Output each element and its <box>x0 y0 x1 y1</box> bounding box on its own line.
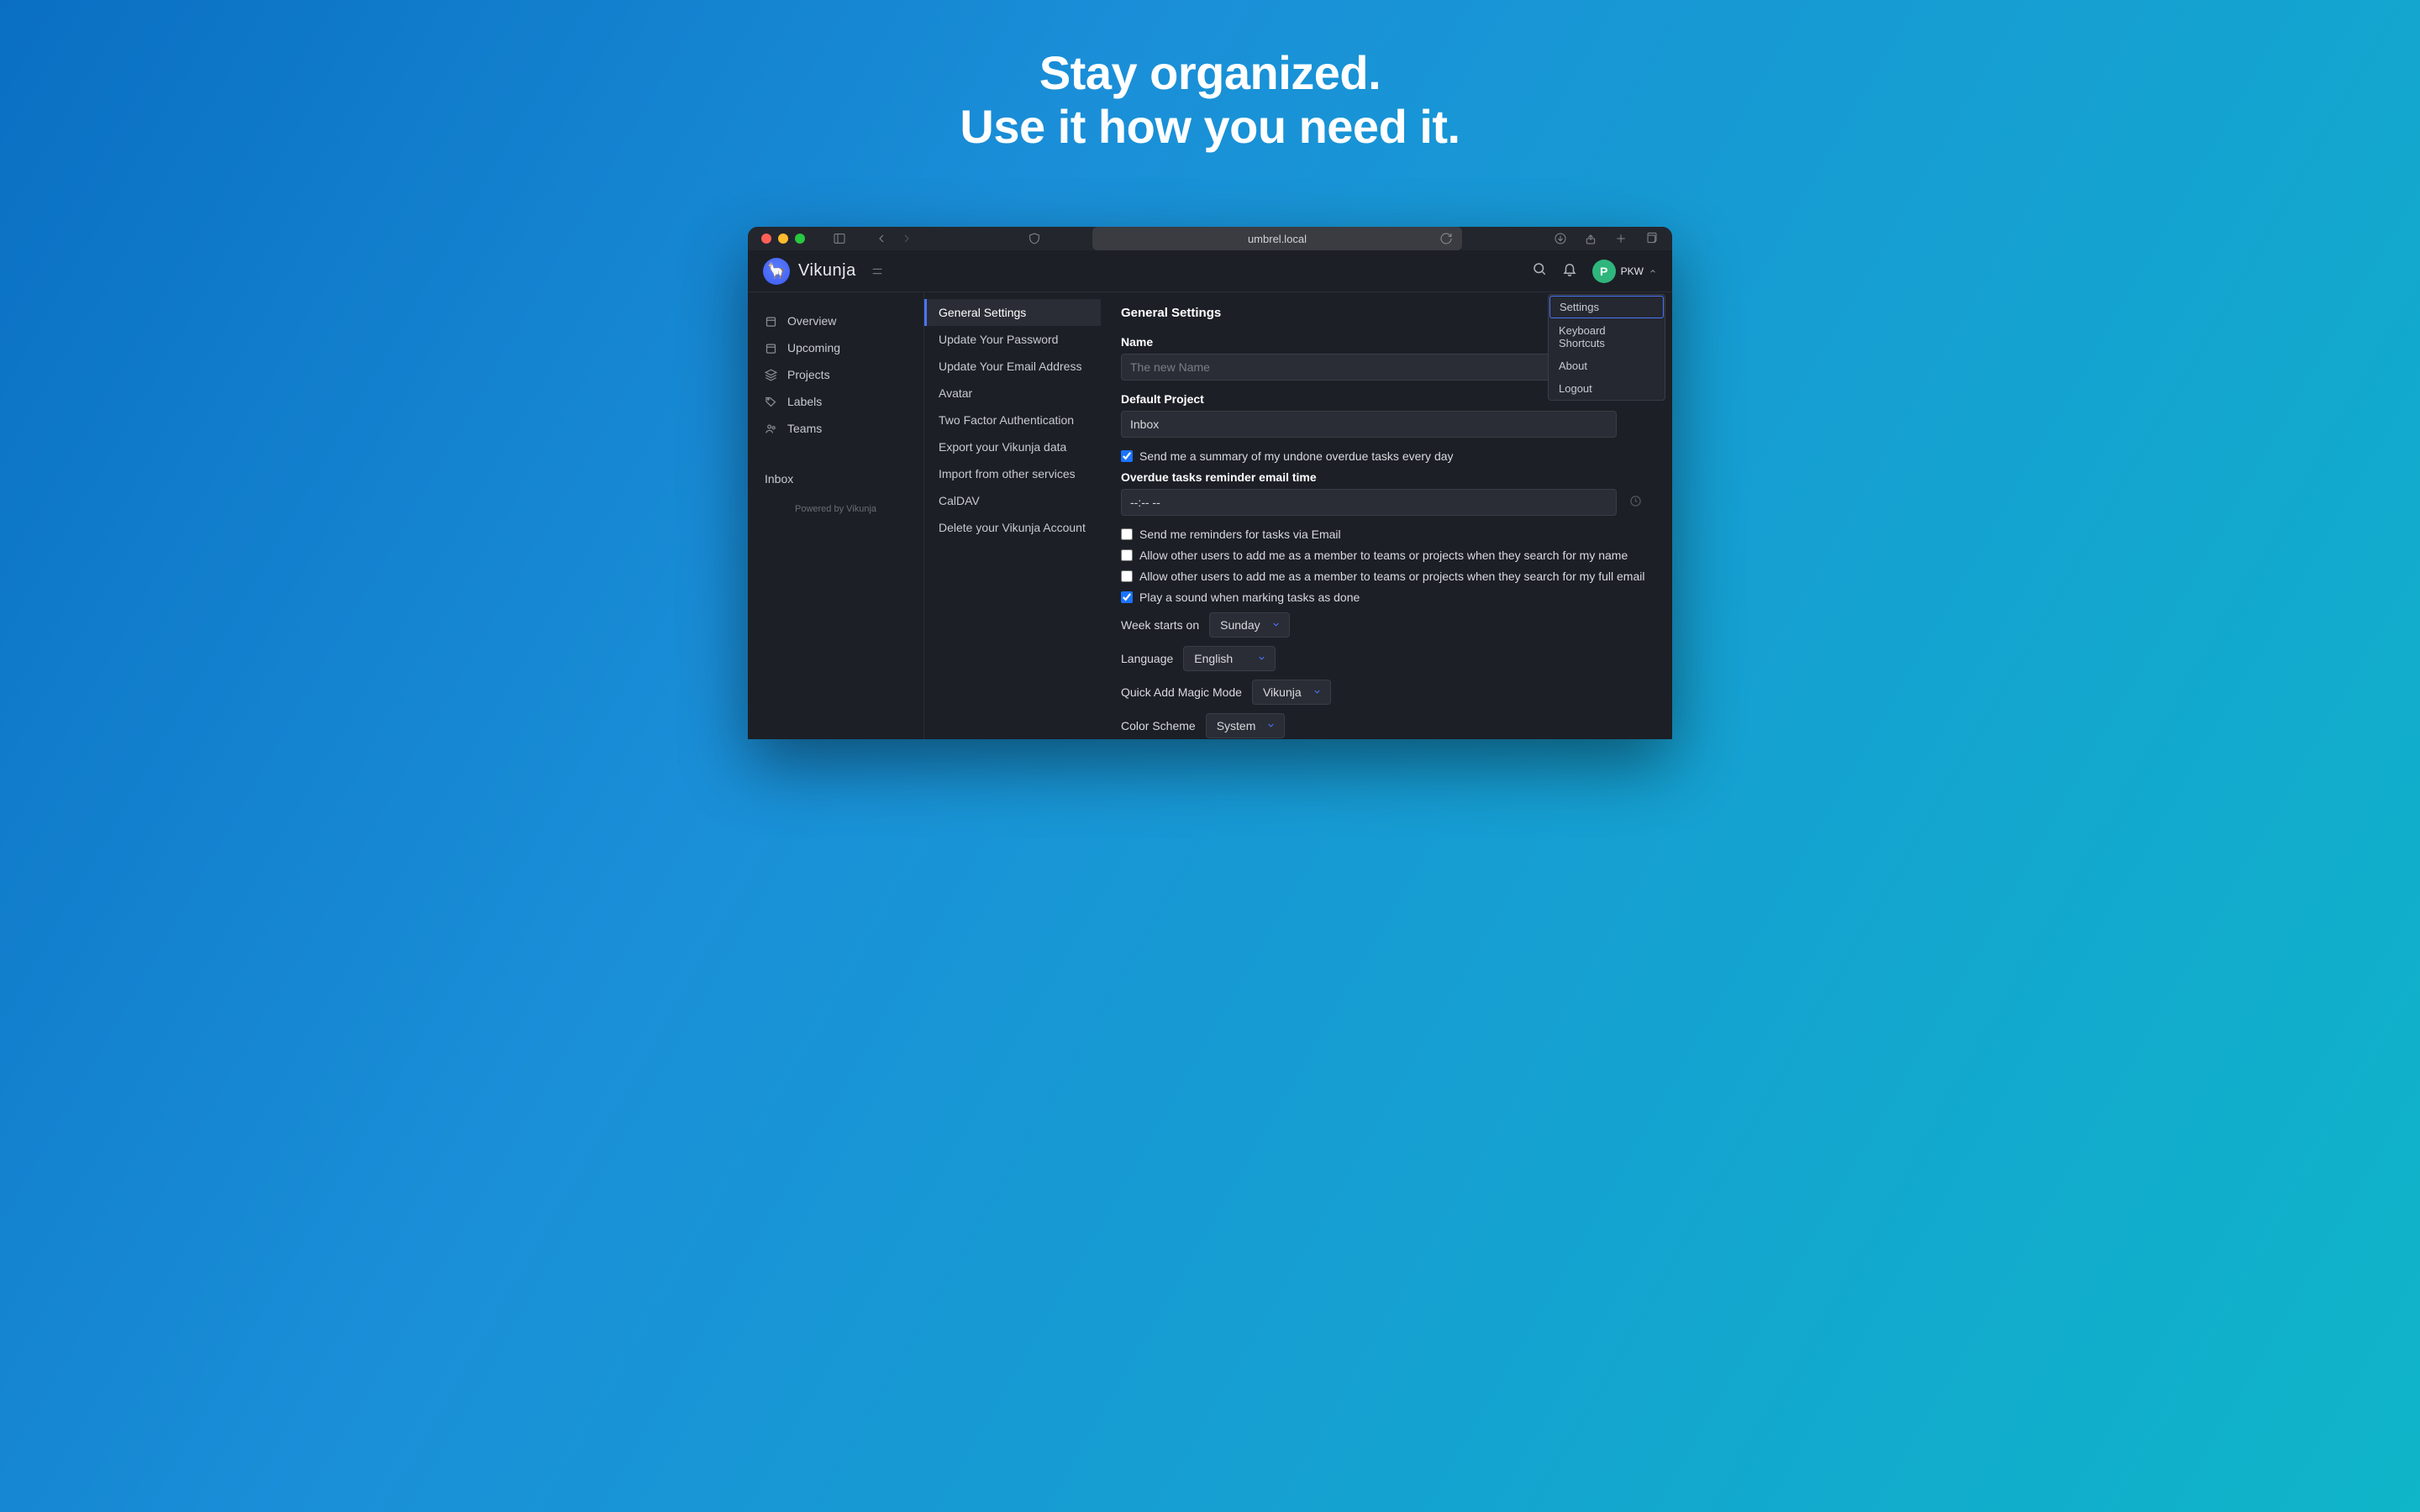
user-menu-shortcuts[interactable]: Keyboard Shortcuts <box>1549 319 1665 354</box>
close-window-button[interactable] <box>761 234 771 244</box>
settings-nav-general[interactable]: General Settings <box>924 299 1101 326</box>
sidebar-item-label: Upcoming <box>787 341 840 354</box>
traffic-lights <box>761 234 805 244</box>
search-name-checkbox[interactable] <box>1121 549 1133 561</box>
sidebar-item-teams[interactable]: Teams <box>748 415 923 442</box>
summary-checkbox[interactable] <box>1121 450 1133 462</box>
user-menu-about[interactable]: About <box>1549 354 1665 377</box>
sidebar-item-label: Teams <box>787 422 822 435</box>
sidebar-item-label: Overview <box>787 314 836 328</box>
settings-nav-export[interactable]: Export your Vikunja data <box>924 433 1101 460</box>
sound-checkbox[interactable] <box>1121 591 1133 603</box>
address-text: umbrel.local <box>1248 233 1307 245</box>
sidebar-item-label: Labels <box>787 395 822 408</box>
settings-nav-avatar[interactable]: Avatar <box>924 380 1101 407</box>
sidebar-item-upcoming[interactable]: Upcoming <box>748 334 923 361</box>
app-name: Vikunja <box>798 261 856 281</box>
overdue-time-label: Overdue tasks reminder email time <box>1121 470 1652 484</box>
avatar: P <box>1592 260 1616 283</box>
user-menu: Settings Keyboard Shortcuts About Logout <box>1548 294 1665 401</box>
sidebar: Overview Upcoming Projects Labels <box>748 292 924 739</box>
overdue-time-input[interactable] <box>1121 489 1617 516</box>
hero-line-1: Stay organized. <box>622 46 1798 100</box>
sidebar-item-projects[interactable]: Projects <box>748 361 923 388</box>
search-email-checkbox[interactable] <box>1121 570 1133 582</box>
language-select[interactable]: English <box>1183 646 1276 671</box>
sound-label: Play a sound when marking tasks as done <box>1139 591 1360 604</box>
bell-icon[interactable] <box>1562 261 1577 281</box>
user-menu-settings[interactable]: Settings <box>1549 296 1664 318</box>
color-scheme-label: Color Scheme <box>1121 719 1196 732</box>
maximize-window-button[interactable] <box>795 234 805 244</box>
email-reminders-checkbox[interactable] <box>1121 528 1133 540</box>
user-name: PKW <box>1621 265 1644 277</box>
email-reminders-label: Send me reminders for tasks via Email <box>1139 528 1341 541</box>
app-header: 🦙 Vikunja P PKW <box>748 250 1672 292</box>
chevron-down-icon <box>1313 685 1322 699</box>
week-starts-select[interactable]: Sunday <box>1209 612 1289 638</box>
magic-mode-select[interactable]: Vikunja <box>1252 680 1331 705</box>
settings-nav-caldav[interactable]: CalDAV <box>924 487 1101 514</box>
titlebar: umbrel.local <box>748 227 1672 250</box>
shield-icon[interactable] <box>1027 231 1042 246</box>
color-scheme-select[interactable]: System <box>1206 713 1286 738</box>
hero-line-2: Use it how you need it. <box>622 100 1798 154</box>
settings-nav-password[interactable]: Update Your Password <box>924 326 1101 353</box>
browser-window: umbrel.local <box>748 227 1672 739</box>
reload-icon[interactable] <box>1439 231 1454 246</box>
download-icon[interactable] <box>1553 231 1568 246</box>
summary-checkbox-label: Send me a summary of my undone overdue t… <box>1139 449 1454 463</box>
menu-toggle-icon[interactable] <box>870 264 885 279</box>
app-logo[interactable]: 🦙 Vikunja <box>763 258 856 285</box>
language-label: Language <box>1121 652 1173 665</box>
settings-nav-delete[interactable]: Delete your Vikunja Account <box>924 514 1101 541</box>
logo-badge: 🦙 <box>763 258 790 285</box>
nav-back-icon[interactable] <box>874 231 889 246</box>
chevron-down-icon <box>1266 719 1276 732</box>
chevron-up-icon <box>1649 267 1657 276</box>
user-menu-logout[interactable]: Logout <box>1549 377 1665 400</box>
settings-nav: General Settings Update Your Password Up… <box>924 292 1101 739</box>
search-name-label: Allow other users to add me as a member … <box>1139 549 1628 562</box>
new-tab-icon[interactable] <box>1613 231 1628 246</box>
summary-checkbox-row: Send me a summary of my undone overdue t… <box>1121 449 1652 463</box>
clock-icon <box>1629 495 1642 510</box>
sidebar-item-overview[interactable]: Overview <box>748 307 923 334</box>
magic-mode-label: Quick Add Magic Mode <box>1121 685 1242 699</box>
settings-nav-2fa[interactable]: Two Factor Authentication <box>924 407 1101 433</box>
sidebar-item-label: Projects <box>787 368 830 381</box>
hero: Stay organized. Use it how you need it. <box>622 0 1798 155</box>
settings-nav-import[interactable]: Import from other services <box>924 460 1101 487</box>
chevron-down-icon <box>1257 652 1266 665</box>
minimize-window-button[interactable] <box>778 234 788 244</box>
share-icon[interactable] <box>1583 231 1598 246</box>
sidebar-footer: Powered by Vikunja <box>748 504 923 514</box>
default-project-input[interactable] <box>1121 411 1617 438</box>
chevron-down-icon <box>1271 618 1281 632</box>
user-menu-toggle[interactable]: P PKW <box>1592 260 1657 283</box>
week-starts-label: Week starts on <box>1121 618 1199 632</box>
tabs-overview-icon[interactable] <box>1644 231 1659 246</box>
app: 🦙 Vikunja P PKW <box>748 250 1672 739</box>
search-email-label: Allow other users to add me as a member … <box>1139 570 1644 583</box>
sidebar-item-labels[interactable]: Labels <box>748 388 923 415</box>
settings-nav-email[interactable]: Update Your Email Address <box>924 353 1101 380</box>
search-icon[interactable] <box>1532 261 1547 281</box>
sidebar-project-inbox[interactable]: Inbox <box>748 464 923 489</box>
address-bar[interactable]: umbrel.local <box>1092 227 1462 250</box>
nav-forward-icon[interactable] <box>899 231 914 246</box>
name-input[interactable] <box>1121 354 1617 381</box>
settings-content: General Settings Name Default Project Se… <box>1101 292 1672 739</box>
sidebar-toggle-icon[interactable] <box>832 231 847 246</box>
